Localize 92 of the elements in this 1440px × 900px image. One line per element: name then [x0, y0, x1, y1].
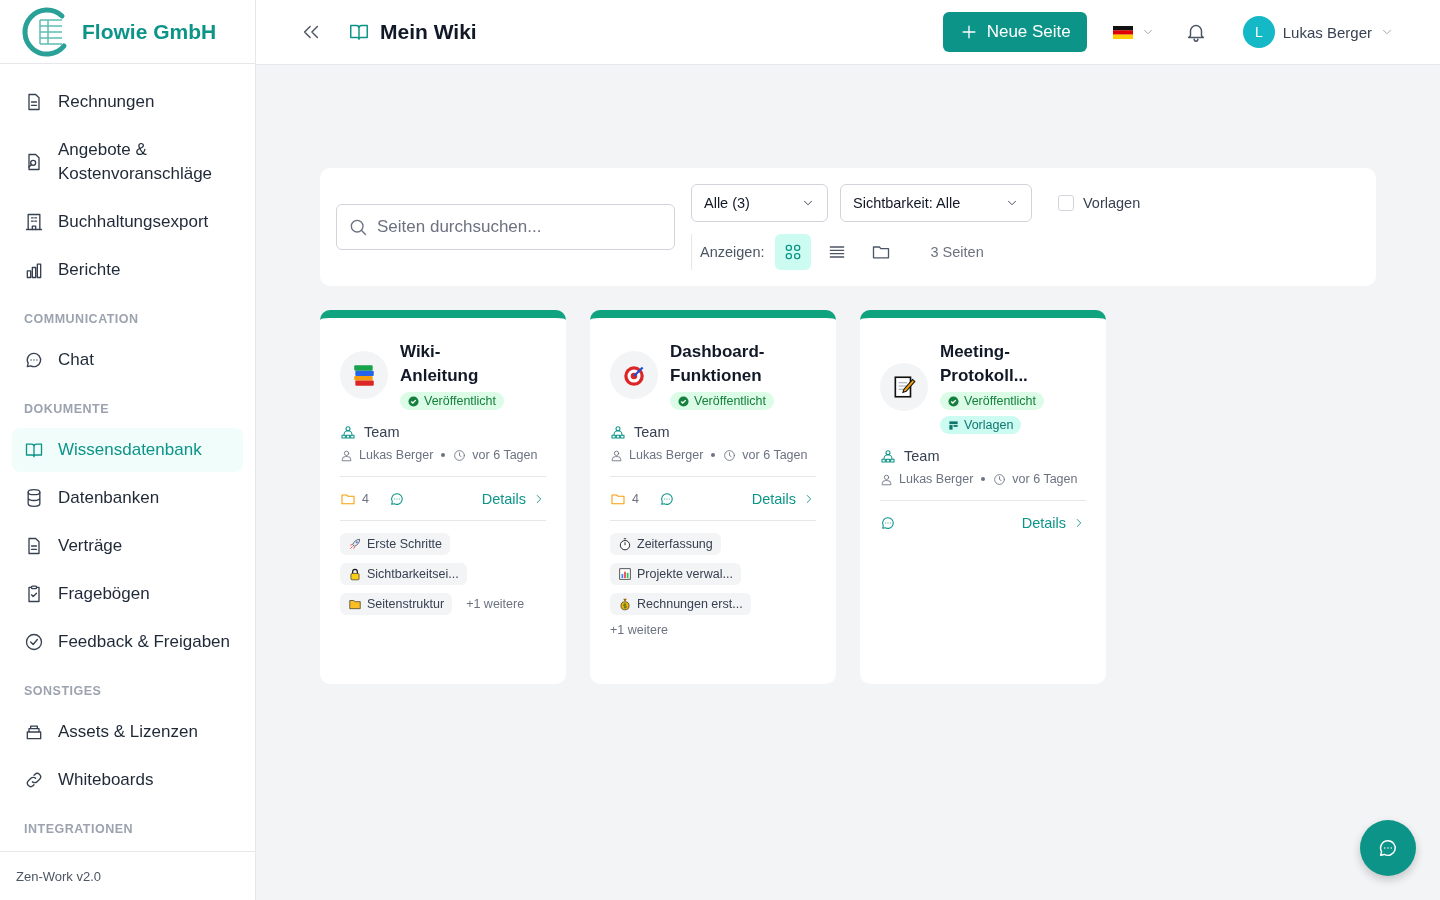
view-label: Anzeigen:: [700, 244, 765, 260]
visibility-label: Team: [904, 448, 940, 464]
card-title[interactable]: Meeting-Protokoll...: [940, 340, 1044, 388]
books-icon: [351, 362, 377, 388]
stopwatch-icon: [618, 537, 632, 551]
card-title[interactable]: Dashboard-Funktionen: [670, 340, 774, 388]
sidebar-item[interactable]: Fragebögen: [12, 572, 243, 616]
visibility-label: Team: [634, 424, 670, 440]
check-circle-icon: [678, 395, 689, 407]
status-badge: Veröffentlicht: [940, 392, 1045, 410]
clock-icon: [723, 448, 737, 462]
person-icon: [340, 448, 353, 462]
sidebar-item[interactable]: Whiteboards: [12, 758, 243, 802]
template-icon: [948, 419, 959, 431]
chat-icon: [24, 350, 44, 370]
search-field[interactable]: Seiten durchsuchen...: [336, 204, 675, 250]
more-subpages-label: +1 weitere: [610, 623, 669, 637]
building-icon: [24, 212, 44, 232]
sidebar-item[interactable]: Angebote & Kostenvoranschläge: [12, 128, 243, 196]
template-checkbox[interactable]: Vorlagen: [1052, 194, 1147, 212]
section-heading: DOKUMENTE: [23, 401, 111, 418]
subpage-count: 4: [362, 491, 369, 506]
sidebar-item[interactable]: Chat: [12, 338, 243, 382]
team-icon: [610, 424, 626, 440]
subpage-tag[interactable]: Projekte verwal...: [610, 563, 741, 585]
sidebar-item[interactable]: Buchhaltungsexport: [12, 200, 243, 244]
person-icon: [880, 472, 893, 486]
subpage-tag[interactable]: Zeiterfassung: [610, 533, 721, 555]
timestamp: vor 6 Tagen: [742, 448, 808, 462]
new-page-button[interactable]: Neue Seite: [942, 12, 1087, 52]
author-name: Lukas Berger: [359, 448, 434, 462]
folder-icon: [348, 597, 362, 611]
timestamp: vor 6 Tagen: [472, 448, 538, 462]
separator-dot: [981, 477, 986, 481]
status-badge: Veröffentlicht: [670, 392, 775, 410]
section-heading: SONSTIGES: [23, 683, 103, 700]
subpage-tag[interactable]: Seitenstruktur: [340, 593, 453, 615]
clock-icon: [453, 448, 467, 462]
sidebar-item[interactable]: Berichte: [12, 248, 243, 292]
details-link[interactable]: Details: [751, 490, 816, 507]
version-label: Zen-Work v2.0: [0, 851, 255, 900]
page-count: 3 Seiten: [930, 244, 984, 260]
more-subpages-label: +1 weitere: [466, 597, 525, 611]
section-heading: COMMUNICATION: [23, 311, 140, 328]
flag-icon: [1112, 25, 1133, 39]
brand-name: Flowie GmbH: [82, 19, 217, 44]
subpage-tag[interactable]: Sichtbarkeitsei...: [340, 563, 467, 585]
sidebar-item[interactable]: Wissensdatenbank: [12, 428, 243, 472]
sidebar-item[interactable]: Feedback & Freigaben: [12, 620, 243, 664]
visibility-label: Team: [364, 424, 400, 440]
padlock-icon: [348, 567, 362, 581]
user-menu[interactable]: L Lukas Berger: [1236, 15, 1400, 49]
comment-icon: [388, 490, 405, 507]
avatar: L: [1242, 16, 1275, 48]
view-toggle[interactable]: [774, 234, 811, 270]
sidebar-item[interactable]: Rechnungen: [12, 80, 243, 124]
timestamp: vor 6 Tagen: [1012, 472, 1078, 486]
sidebar-item[interactable]: Assets & Lizenzen: [12, 710, 243, 754]
filter-dropdown[interactable]: Sichtbarkeit: Alle: [840, 184, 1032, 222]
bar-chart-icon: [618, 567, 632, 581]
sidebar-item[interactable]: Datenbanken: [12, 476, 243, 520]
user-name: Lukas Berger: [1282, 23, 1372, 41]
status-badge: Veröffentlicht: [400, 392, 505, 410]
card-title[interactable]: Wiki-Anleitung: [400, 340, 504, 388]
subpage-count: 4: [632, 491, 639, 506]
check-circle-icon: [24, 632, 44, 652]
section-heading: INTEGRATIONEN: [23, 821, 135, 838]
chat-button[interactable]: [1360, 820, 1416, 876]
author-name: Lukas Berger: [899, 472, 974, 486]
details-link[interactable]: Details: [1021, 515, 1086, 531]
comment-icon: [880, 515, 896, 531]
check-circle-icon: [948, 395, 959, 407]
separator-dot: [711, 453, 716, 457]
template-badge: Vorlagen: [940, 416, 1022, 434]
filter-dropdown[interactable]: Alle (3): [691, 184, 828, 222]
team-icon: [880, 448, 896, 464]
chat-icon: [1377, 837, 1399, 859]
page-title: Mein Wiki: [380, 20, 477, 44]
comment-icon: [658, 490, 675, 507]
team-icon: [340, 424, 356, 440]
rocket-icon: [348, 537, 362, 551]
details-link[interactable]: Details: [481, 490, 546, 507]
sidebar-item[interactable]: Verträge: [12, 524, 243, 568]
check-circle-icon: [408, 395, 419, 407]
separator-dot: [441, 453, 446, 457]
subpage-tag[interactable]: Rechnungen erst...: [610, 593, 751, 615]
money-bag-icon: [618, 597, 632, 611]
subpage-tag[interactable]: Erste Schritte: [340, 533, 451, 555]
person-icon: [610, 448, 623, 462]
link-icon: [24, 770, 44, 790]
clock-icon: [993, 472, 1007, 486]
author-name: Lukas Berger: [629, 448, 704, 462]
